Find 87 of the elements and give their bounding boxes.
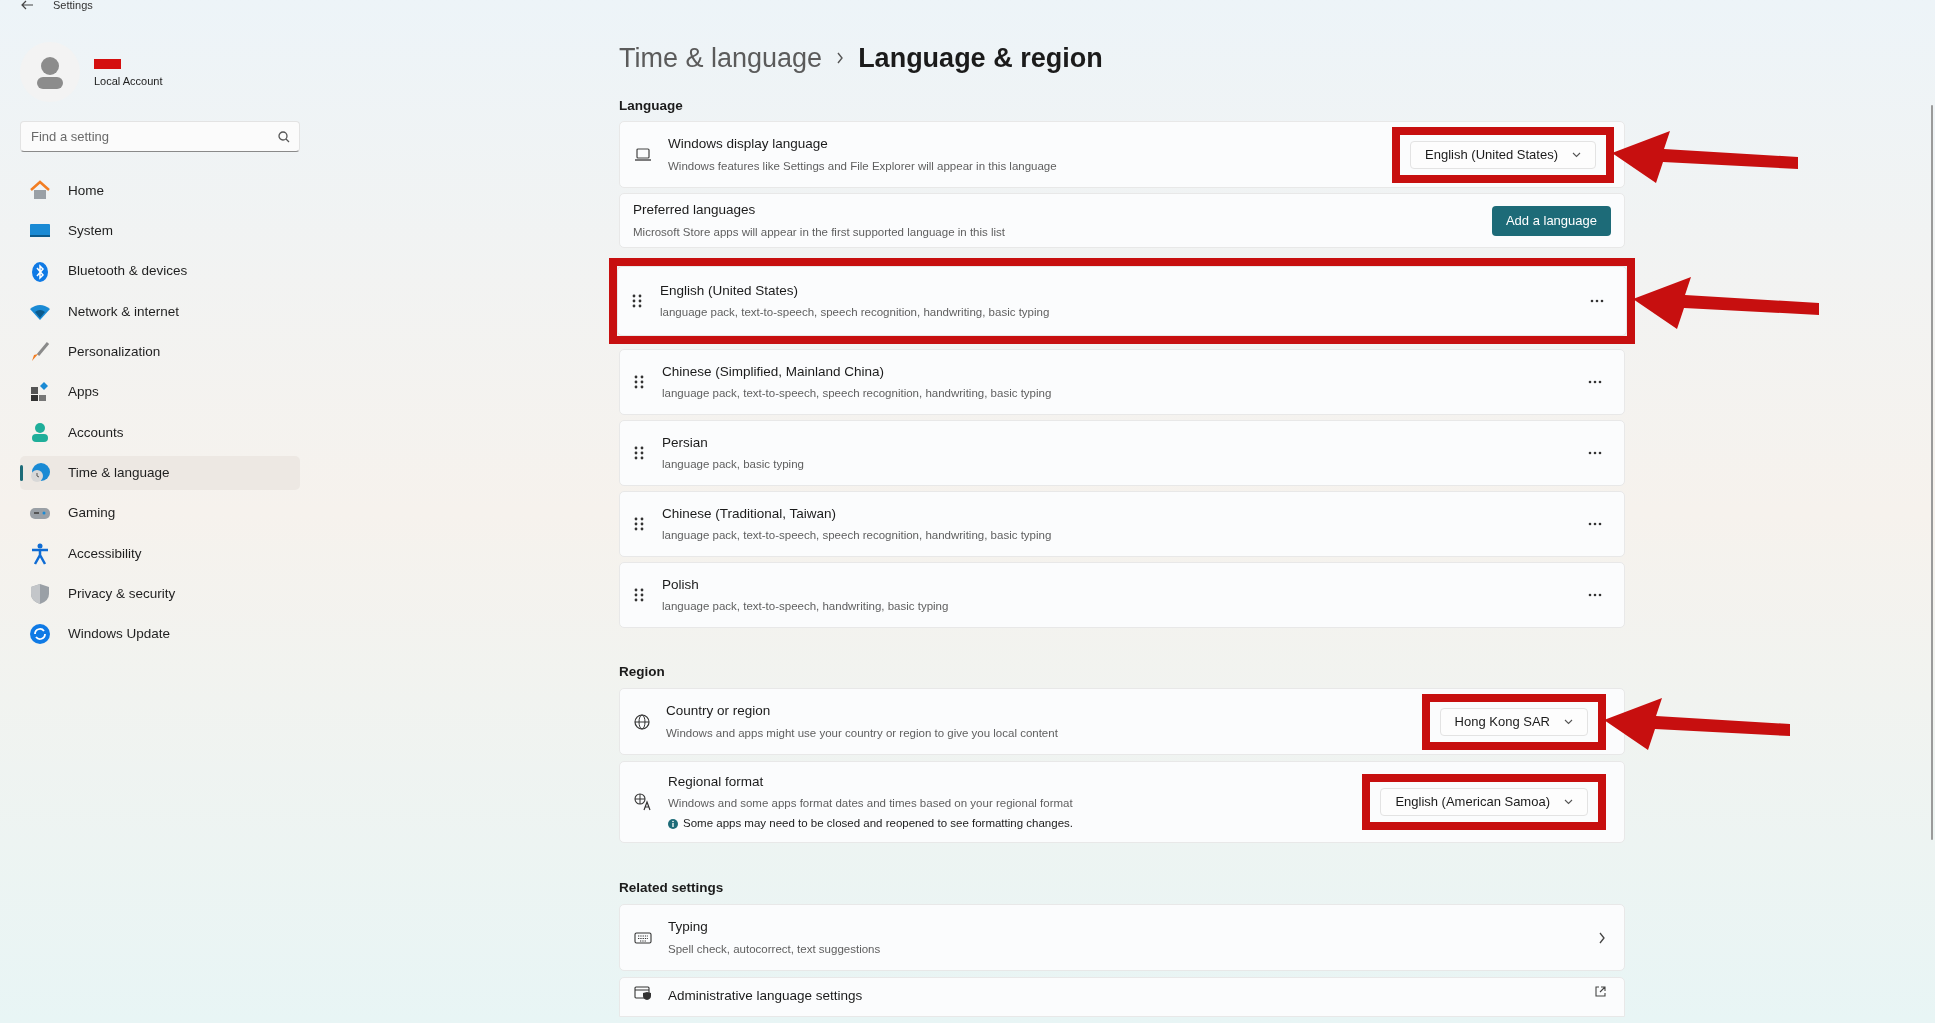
nav-item[interactable]: Home: [20, 174, 300, 208]
section-heading: Related settings: [619, 879, 725, 896]
nav-item[interactable]: Bluetooth & devices: [20, 254, 300, 289]
keyboard-icon: [634, 931, 652, 944]
dropdown[interactable]: English (American Samoa): [1380, 788, 1588, 816]
setting-description: Microsoft Store apps will appear in the first supported language in this list: [633, 224, 1007, 240]
search-icon: [278, 131, 290, 143]
window-title: Settings: [53, 0, 93, 13]
breadcrumb-link[interactable]: Time & language: [619, 37, 823, 79]
more-icon: [1588, 522, 1602, 526]
setting-card[interactable]: Administrative language settings: [619, 977, 1625, 1017]
setting-title: Chinese (Simplified, Mainland China): [662, 362, 886, 381]
add-language-button[interactable]: Add a language: [1491, 205, 1611, 236]
setting-title: Country or region: [666, 702, 772, 721]
chevron-down-icon: [1564, 718, 1573, 725]
nav-item[interactable]: Time & language: [20, 456, 300, 491]
nav-item[interactable]: Accounts: [20, 415, 300, 450]
shield-icon: [29, 582, 51, 605]
section-heading: Region: [619, 663, 666, 680]
scrollbar[interactable]: [1931, 105, 1933, 840]
language-row[interactable]: Polish language pack, text-to-speech, handwriting, basic typing: [619, 562, 1625, 628]
setting-title: Administrative language settings: [668, 987, 864, 1005]
setting-description: Spell check, autocorrect, text suggestions: [668, 941, 882, 957]
setting-title: Chinese (Traditional, Taiwan): [662, 504, 838, 523]
setting-description: Windows and some apps format dates and times based on your regional format: [668, 795, 1074, 811]
drag-handle-icon: [634, 588, 644, 602]
chevron-down-icon: [1572, 151, 1581, 158]
language-features: language pack, text-to-speech, speech recognition, handwriting, basic typing: [662, 528, 1053, 543]
setting-title: Regional format: [668, 772, 765, 791]
info-icon: [668, 818, 678, 829]
window-shield-icon: [634, 986, 652, 1000]
setting-description: Windows features like Settings and File Explorer will appear in this language: [668, 158, 1058, 174]
globe-icon: [634, 713, 650, 730]
language-features: language pack, text-to-speech, speech recognition, handwriting, basic typing: [662, 386, 1053, 401]
nav-item[interactable]: Gaming: [20, 496, 300, 531]
more-icon: [1590, 299, 1604, 303]
more-icon: [1588, 451, 1602, 455]
globe-clock-icon: [29, 462, 51, 485]
language-row[interactable]: Persian language pack, basic typing: [619, 420, 1625, 486]
laptop-icon: [634, 147, 652, 162]
account-type: Local Account: [94, 73, 163, 89]
setting-title: English (United States): [660, 281, 800, 300]
language-row[interactable]: English (United States) language pack, text-to-speech, speech recognition, handwriting, basic typing: [617, 266, 1627, 336]
page-title: Language & region: [858, 41, 1103, 75]
drag-handle-icon: [634, 375, 644, 389]
nav-item[interactable]: System: [20, 214, 300, 249]
accessibility-icon: [29, 542, 51, 565]
setting-description: Windows and apps might use your country or region to give you local content: [666, 725, 1059, 741]
setting-card[interactable]: Typing Spell check, autocorrect, text suggestions: [619, 904, 1625, 971]
back-icon: [20, 0, 34, 10]
refresh-icon: [29, 623, 51, 646]
dropdown[interactable]: English (United States): [1410, 140, 1596, 169]
nav-item[interactable]: Privacy & security: [20, 576, 300, 611]
setting-title: Persian: [662, 433, 709, 452]
nav-item[interactable]: Windows Update: [20, 617, 300, 652]
external-link-icon: [1595, 986, 1606, 997]
setting-title: Preferred languages: [633, 201, 757, 220]
chevron-down-icon: [1564, 799, 1573, 805]
language-features: language pack, text-to-speech, speech recognition, handwriting, basic typing: [660, 305, 1051, 320]
drag-handle-icon: [634, 446, 644, 460]
chevron-right-icon: [1598, 931, 1606, 944]
search-field[interactable]: Find a setting: [20, 121, 300, 152]
dropdown[interactable]: Hong Kong SAR: [1439, 707, 1588, 736]
bluetooth-icon: [29, 260, 51, 283]
nav-item[interactable]: Accessibility: [20, 536, 300, 571]
setting-title: Windows display language: [668, 135, 829, 154]
language-row[interactable]: Chinese (Simplified, Mainland China) language pack, text-to-speech, speech recognition, handwriting, basic typing: [619, 349, 1625, 415]
language-features: language pack, text-to-speech, handwriting, basic typing: [662, 599, 950, 614]
drag-handle-icon: [632, 294, 642, 308]
apps-icon: [29, 381, 51, 404]
home-icon: [29, 180, 51, 202]
redaction-bar: [94, 58, 121, 69]
language-row[interactable]: Chinese (Traditional, Taiwan) language pack, text-to-speech, speech recognition, handwriting, basic typing: [619, 491, 1625, 557]
section-heading: Language: [619, 97, 684, 114]
info-note: Some apps may need to be closed and reopened to see formatting changes.: [683, 816, 1073, 832]
setting-title: Polish: [662, 575, 700, 594]
globe-letter-icon: [634, 793, 652, 811]
nav-item[interactable]: Apps: [20, 375, 300, 410]
nav-item[interactable]: Network & internet: [20, 294, 300, 329]
drag-handle-icon: [634, 517, 644, 531]
person-icon: [29, 421, 51, 444]
language-features: language pack, basic typing: [662, 457, 805, 472]
more-icon: [1588, 593, 1602, 597]
chevron-right-icon: [836, 52, 845, 64]
setting-title: Typing: [668, 918, 709, 937]
nav-item[interactable]: Personalization: [20, 335, 300, 370]
more-icon: [1588, 380, 1602, 384]
